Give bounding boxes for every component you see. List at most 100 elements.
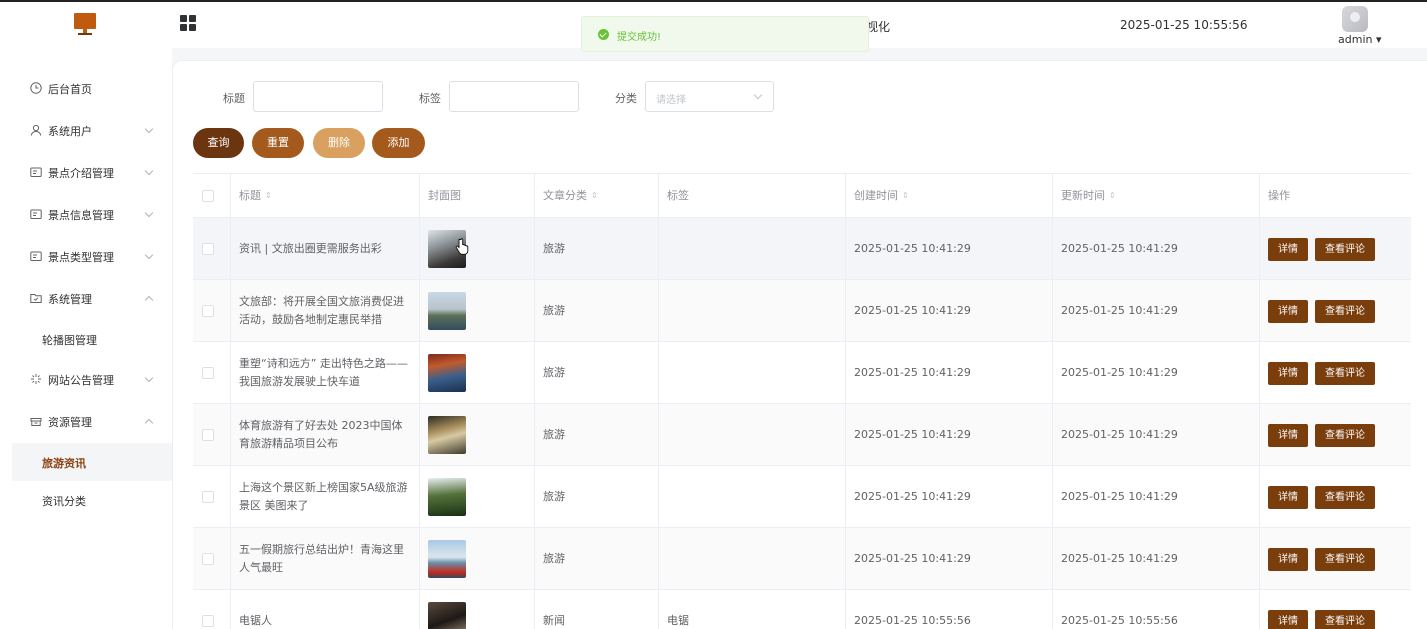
view-comments-button[interactable]: 查看评论 — [1315, 485, 1375, 509]
column-header-created[interactable]: 创建时间 ⇕ — [846, 174, 1053, 217]
view-comments-button[interactable]: 查看评论 — [1315, 423, 1375, 447]
category-filter-label: 分类 — [615, 92, 637, 105]
view-comments-button[interactable]: 查看评论 — [1315, 547, 1375, 571]
cover-image-thumbnail[interactable] — [428, 477, 466, 516]
row-checkbox[interactable] — [202, 242, 214, 255]
header-label: 操作 — [1268, 188, 1290, 202]
header-label: 标签 — [667, 188, 689, 202]
add-button[interactable]: 添加 — [372, 128, 425, 158]
chevron-down-icon — [753, 90, 763, 100]
table-row[interactable]: 文旅部：将开展全国文旅消费促进活动，鼓励各地制定惠民举措 旅游 2025-01-25… — [193, 280, 1411, 342]
sort-icon[interactable]: ⇕ — [591, 187, 598, 205]
updated-time: 2025-01-25 10:41:29 — [1061, 551, 1178, 565]
table-row[interactable]: 上海这个景区新上榜国家5A级旅游景区 美图来了 旅游 2025-01-25 10:4… — [193, 466, 1411, 528]
news-title: 重塑“诗和远方” 走出特色之路——我国旅游发展驶上快车道 — [239, 356, 408, 388]
created-time: 2025-01-25 10:41:29 — [854, 427, 971, 441]
chevron-down-icon — [144, 250, 154, 260]
updated-time: 2025-01-25 10:41:29 — [1061, 241, 1178, 255]
sidebar-menu: 后台首页 系统用户 景点介绍管理 景点信息管理 景点类型管理 系统管理 轮播图管… — [0, 48, 172, 629]
row-checkbox[interactable] — [202, 366, 214, 379]
created-time: 2025-01-25 10:41:29 — [854, 365, 971, 379]
updated-time: 2025-01-25 10:41:29 — [1061, 489, 1178, 503]
sidebar-item-scenic-intro[interactable]: 景点介绍管理 — [0, 152, 172, 192]
column-header-title[interactable]: 标题 ⇕ — [231, 174, 420, 217]
table-row[interactable]: 资讯 | 文旅出圈更需服务出彩 旅游 2025-01-25 10:41:29 2025… — [193, 218, 1411, 280]
sidebar-item-system-mgmt[interactable]: 系统管理 — [0, 278, 172, 318]
column-header-ops: 操作 — [1260, 174, 1411, 217]
news-category: 旅游 — [543, 427, 565, 441]
news-category: 旅游 — [543, 303, 565, 317]
detail-button[interactable]: 详情 — [1268, 361, 1308, 385]
sidebar-subitem-news-category[interactable]: 资讯分类 — [0, 481, 172, 519]
menu-toggle-grid-icon[interactable] — [180, 15, 196, 31]
header-label: 封面图 — [428, 188, 461, 202]
sidebar-item-label: 资源管理 — [48, 416, 92, 429]
cover-image-thumbnail[interactable] — [428, 353, 466, 392]
detail-button[interactable]: 详情 — [1268, 423, 1308, 447]
view-comments-button[interactable]: 查看评论 — [1315, 609, 1375, 629]
chevron-down-icon — [144, 373, 154, 383]
news-tag: 电锯 — [667, 613, 689, 627]
header-label: 文章分类 — [543, 188, 587, 202]
hand-cursor-icon — [455, 238, 469, 255]
news-title: 五一假期旅行总结出炉！青海这里人气最旺 — [239, 542, 404, 574]
user-avatar[interactable] — [1342, 6, 1368, 32]
detail-button[interactable]: 详情 — [1268, 485, 1308, 509]
reset-button[interactable]: 重置 — [252, 128, 304, 158]
sidebar-item-dashboard[interactable]: 后台首页 — [0, 68, 172, 108]
detail-button[interactable]: 详情 — [1268, 237, 1308, 261]
cover-image-thumbnail[interactable] — [428, 415, 466, 454]
sidebar-item-system-users[interactable]: 系统用户 — [0, 110, 172, 150]
updated-time: 2025-01-25 10:55:56 — [1061, 613, 1178, 627]
view-comments-button[interactable]: 查看评论 — [1315, 361, 1375, 385]
user-menu-dropdown[interactable]: admin ▾ — [1338, 33, 1381, 46]
detail-button[interactable]: 详情 — [1268, 547, 1308, 571]
sidebar-item-scenic-types[interactable]: 景点类型管理 — [0, 236, 172, 276]
row-checkbox[interactable] — [202, 304, 214, 317]
table-row[interactable]: 五一假期旅行总结出炉！青海这里人气最旺 旅游 2025-01-25 10:41:29… — [193, 528, 1411, 590]
cover-image-thumbnail[interactable] — [428, 291, 466, 330]
header-label: 标题 — [239, 188, 261, 202]
sidebar-subitem-carousel[interactable]: 轮播图管理 — [0, 320, 172, 358]
column-header-category[interactable]: 文章分类 ⇕ — [535, 174, 659, 217]
sidebar-item-announcements[interactable]: 网站公告管理 — [0, 359, 172, 399]
sort-icon[interactable]: ⇕ — [902, 187, 909, 205]
sidebar-item-scenic-info[interactable]: 景点信息管理 — [0, 194, 172, 234]
table-row[interactable]: 体育旅游有了好去处 2023中国体育旅游精品项目公布 旅游 2025-01-25 1… — [193, 404, 1411, 466]
table-header-row: 标题 ⇕ 封面图 文章分类 ⇕ 标签 创建时间 ⇕ 更新时间 ⇕ 操作 — [193, 173, 1411, 218]
card-icon — [30, 167, 42, 177]
detail-button[interactable]: 详情 — [1268, 299, 1308, 323]
title-filter-input[interactable] — [253, 81, 383, 112]
user-icon — [30, 124, 42, 136]
news-title: 上海这个景区新上榜国家5A级旅游景区 美图来了 — [239, 480, 408, 512]
column-header-updated[interactable]: 更新时间 ⇕ — [1053, 174, 1260, 217]
cover-image-thumbnail[interactable] — [428, 539, 466, 578]
delete-button[interactable]: 删除 — [313, 128, 365, 158]
category-select-placeholder: 请选择 — [656, 95, 686, 106]
card-icon — [30, 251, 42, 261]
category-select[interactable]: 请选择 — [645, 81, 774, 112]
created-time: 2025-01-25 10:41:29 — [854, 489, 971, 503]
detail-button[interactable]: 详情 — [1268, 609, 1308, 629]
table-row[interactable]: 重塑“诗和远方” 走出特色之路——我国旅游发展驶上快车道 旅游 2025-01-25… — [193, 342, 1411, 404]
table-row[interactable]: 电锯人 新闻 电锯 2025-01-25 10:55:56 2025-01-25 10:… — [193, 590, 1411, 629]
column-header-tag: 标签 — [659, 174, 846, 217]
sort-icon[interactable]: ⇕ — [1109, 187, 1116, 205]
tag-filter-input[interactable] — [449, 81, 579, 112]
row-checkbox[interactable] — [202, 614, 214, 627]
tag-filter-label: 标签 — [419, 92, 441, 105]
row-checkbox[interactable] — [202, 552, 214, 565]
sidebar-item-label: 旅游资讯 — [42, 457, 86, 470]
sort-icon[interactable]: ⇕ — [265, 187, 272, 205]
select-all-checkbox[interactable] — [202, 189, 214, 202]
sidebar-subitem-travel-news[interactable]: 旅游资讯 — [12, 443, 172, 481]
news-category: 新闻 — [543, 613, 565, 627]
cover-image-thumbnail[interactable] — [428, 601, 466, 629]
search-button[interactable]: 查询 — [193, 128, 244, 158]
view-comments-button[interactable]: 查看评论 — [1315, 299, 1375, 323]
sidebar-item-resources[interactable]: 资源管理 — [0, 401, 172, 441]
chevron-up-icon — [144, 295, 154, 305]
view-comments-button[interactable]: 查看评论 — [1315, 237, 1375, 261]
row-checkbox[interactable] — [202, 428, 214, 441]
row-checkbox[interactable] — [202, 490, 214, 503]
